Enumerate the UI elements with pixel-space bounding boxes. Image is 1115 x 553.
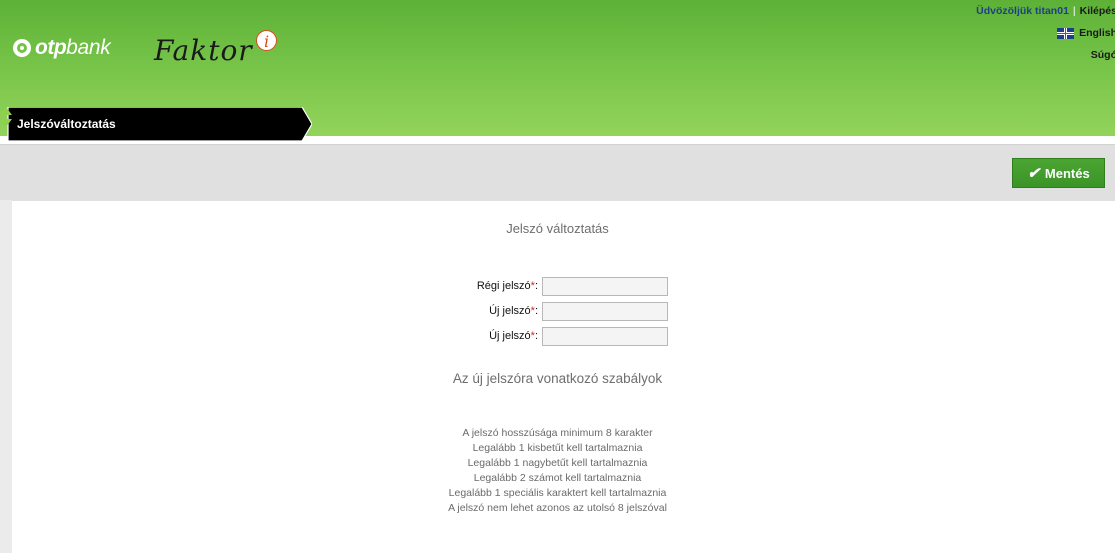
toolbar: ✔ Mentés	[0, 144, 1115, 201]
rule-item: Legalább 1 kisbetűt kell tartalmaznia	[472, 442, 643, 454]
function-selector[interactable]: Jelszóváltoztatás	[0, 107, 312, 141]
info-i-icon: i	[256, 30, 277, 51]
rule-item: A jelszó nem lehet azonos az utolsó 8 je…	[448, 502, 667, 514]
rule-item: Legalább 1 speciális karaktert kell tart…	[448, 487, 667, 499]
app-name: Faktor	[154, 34, 253, 67]
confirm-password-label: Új jelszó*:	[489, 330, 538, 342]
function-selector-label: Jelszóváltoztatás	[17, 117, 116, 131]
language-switch[interactable]: English	[976, 22, 1115, 44]
language-link[interactable]: English	[1079, 22, 1115, 45]
checkmark-icon: ✔	[1027, 165, 1040, 182]
logo-brand: otp	[35, 36, 67, 59]
confirm-password-field[interactable]	[542, 326, 668, 346]
new-password-row: Új jelszó*:	[468, 300, 668, 322]
new-password-label: Új jelszó*:	[489, 305, 538, 317]
rule-item: A jelszó hosszúsága minimum 8 karakter	[462, 427, 653, 439]
otpbank-logo: otp bank	[13, 36, 111, 60]
old-password-row: Régi jelszó*:	[468, 275, 668, 297]
welcome-text: Üdvözöljük titan01	[976, 4, 1069, 17]
save-button[interactable]: ✔ Mentés	[1012, 158, 1105, 188]
rule-item: Legalább 1 nagybetűt kell tartalmaznia	[467, 457, 648, 469]
rules-list: A jelszó hosszúsága minimum 8 karakter L…	[0, 426, 1115, 516]
link-separator: |	[1072, 4, 1076, 17]
old-password-field[interactable]	[542, 276, 668, 296]
old-password-label: Régi jelszó*:	[476, 280, 538, 292]
confirm-password-row: Új jelszó*:	[468, 325, 668, 347]
otp-logo-icon	[13, 39, 31, 57]
user-links: Üdvözöljük titan01 | Kilépés English Súg…	[976, 0, 1115, 66]
save-button-label: Mentés	[1044, 165, 1090, 181]
form-title: Jelszó változtatás	[506, 221, 609, 236]
help-link[interactable]: Súgó	[976, 44, 1115, 66]
up-down-arrows-icon[interactable]	[0, 107, 12, 127]
uk-flag-icon	[1057, 27, 1075, 39]
logo-suffix: bank	[66, 36, 111, 59]
rules-title: Az új jelszóra vonatkozó szabályok	[452, 371, 663, 386]
rule-item: Legalább 2 számot kell tartalmaznia	[473, 472, 642, 484]
new-password-field[interactable]	[542, 301, 668, 321]
logout-link[interactable]: Kilépés	[1080, 0, 1115, 23]
